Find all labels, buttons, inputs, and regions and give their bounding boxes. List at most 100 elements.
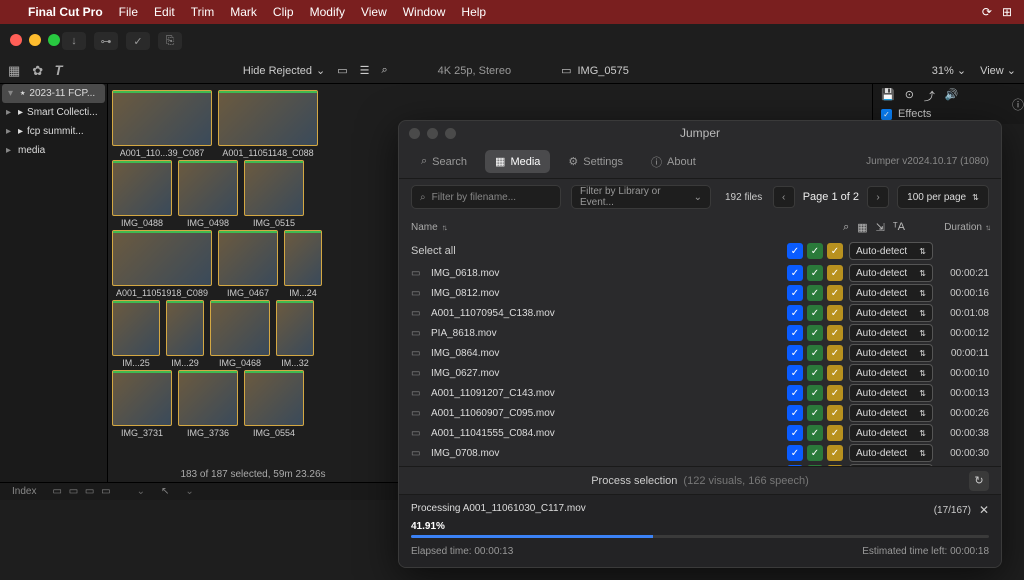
per-page-dropdown[interactable]: 100 per page ⇅: [897, 185, 989, 209]
autodetect-dropdown[interactable]: Auto-detect⇅: [849, 304, 933, 322]
keyword-button[interactable]: ⊶: [94, 32, 118, 50]
media-list[interactable]: ▭IMG_0618.mov✓✓✓Auto-detect⇅00:00:21▭IMG…: [399, 263, 1001, 466]
speech-checkbox[interactable]: ✓: [807, 305, 823, 321]
visual-checkbox[interactable]: ✓: [787, 345, 803, 361]
autodetect-dropdown[interactable]: Auto-detect ⇅: [849, 242, 933, 260]
next-page-button[interactable]: ›: [867, 186, 889, 208]
visual-checkbox[interactable]: ✓: [787, 305, 803, 321]
visual-checkbox[interactable]: ✓: [787, 285, 803, 301]
disclosure-triangle-icon[interactable]: ▸: [6, 126, 14, 137]
marker-checkbox[interactable]: ✓: [827, 425, 843, 441]
minimize-button[interactable]: [29, 34, 41, 46]
titles-icon[interactable]: 𝑻: [55, 63, 63, 79]
list-view-icon[interactable]: ☰: [360, 64, 370, 77]
background-tasks-button[interactable]: ✓: [126, 32, 150, 50]
grid-icon[interactable]: ▦: [857, 221, 867, 234]
inspector-audio-icon[interactable]: 🔊: [945, 88, 959, 104]
speech-checkbox[interactable]: ✓: [807, 385, 823, 401]
speech-checkbox[interactable]: ✓: [807, 265, 823, 281]
marker-checkbox[interactable]: ✓: [827, 365, 843, 381]
sidebar-item-media[interactable]: ▸ media: [0, 141, 107, 160]
media-row[interactable]: ▭A001_11060907_C095.mov✓✓✓Auto-detect⇅00…: [399, 403, 1001, 423]
clip-appearance-icon[interactable]: ▭: [337, 64, 347, 77]
disclosure-triangle-icon[interactable]: ▸: [6, 107, 14, 118]
marker-checkbox[interactable]: ✓: [827, 405, 843, 421]
marker-checkbox[interactable]: ✓: [827, 305, 843, 321]
select-all-marker-checkbox[interactable]: ✓: [827, 243, 843, 259]
autodetect-dropdown[interactable]: Auto-detect⇅: [849, 384, 933, 402]
marker-checkbox[interactable]: ✓: [827, 325, 843, 341]
menu-file[interactable]: File: [119, 5, 138, 19]
media-row[interactable]: ▭IMG_0812.mov✓✓✓Auto-detect⇅00:00:16: [399, 283, 1001, 303]
jumper-titlebar[interactable]: Jumper: [399, 121, 1001, 145]
sidebar-item-library[interactable]: ▾ ⭑ 2023-11 FCP...: [2, 84, 105, 103]
duration-column-header[interactable]: Duration ↑↓: [919, 222, 989, 233]
media-row[interactable]: ▭A001_11070954_C138.mov✓✓✓Auto-detect⇅00…: [399, 303, 1001, 323]
filename-filter-input[interactable]: ⌕ Filter by filename...: [411, 185, 561, 209]
marker-checkbox[interactable]: ✓: [827, 385, 843, 401]
disclosure-triangle-icon[interactable]: ▸: [6, 145, 14, 156]
autodetect-dropdown[interactable]: Auto-detect⇅: [849, 284, 933, 302]
media-row[interactable]: ▭PIA_8618.mov✓✓✓Auto-detect⇅00:00:12: [399, 323, 1001, 343]
sidebar-item-event[interactable]: ▸ ▸ fcp summit...: [0, 122, 107, 141]
clip-thumbnail[interactable]: A001_11051148_C088: [218, 90, 318, 158]
tab-about[interactable]: ⓘ About: [641, 149, 706, 175]
speech-checkbox[interactable]: ✓: [807, 285, 823, 301]
speech-checkbox[interactable]: ✓: [807, 345, 823, 361]
hide-rejected-dropdown[interactable]: Hide Rejected ⌄: [243, 64, 325, 77]
tab-media[interactable]: ▦ Media: [485, 150, 550, 173]
search-icon[interactable]: ⌕: [843, 221, 849, 234]
tab-search[interactable]: ⌕ Search: [411, 150, 477, 173]
media-row[interactable]: ▭A001_11091207_C143.mov✓✓✓Auto-detect⇅00…: [399, 383, 1001, 403]
search-icon[interactable]: ⌕: [382, 64, 388, 77]
library-icon[interactable]: ▦: [8, 63, 20, 79]
disclosure-triangle-icon[interactable]: ▾: [8, 88, 16, 99]
visual-checkbox[interactable]: ✓: [787, 265, 803, 281]
extensions-button[interactable]: ⎘: [158, 32, 182, 50]
close-button[interactable]: [409, 128, 420, 139]
speech-checkbox[interactable]: ✓: [807, 405, 823, 421]
speech-checkbox[interactable]: ✓: [807, 325, 823, 341]
speech-checkbox[interactable]: ✓: [807, 445, 823, 461]
media-row[interactable]: ▭A001_11041555_C084.mov✓✓✓Auto-detect⇅00…: [399, 423, 1001, 443]
marker-checkbox[interactable]: ✓: [827, 285, 843, 301]
clip-thumbnail[interactable]: IMG_0515: [244, 160, 304, 228]
menubar-status-icon-2[interactable]: ⊞: [1002, 5, 1012, 19]
clip-thumbnail[interactable]: IMG_0554: [244, 370, 304, 438]
clip-thumbnail[interactable]: IM...24: [284, 230, 322, 298]
speech-checkbox[interactable]: ✓: [807, 425, 823, 441]
menubar-status-icon[interactable]: ⟳: [982, 5, 992, 19]
clip-thumbnail[interactable]: A001_11051918_C089: [112, 230, 212, 298]
library-filter-dropdown[interactable]: Filter by Library or Event... ⌄: [571, 185, 711, 209]
translate-icon[interactable]: ᵀA: [893, 221, 905, 234]
clip-thumbnail[interactable]: IM...29: [166, 300, 204, 368]
index-button[interactable]: Index: [12, 486, 36, 497]
inspector-save-icon[interactable]: 💾: [881, 88, 895, 104]
tab-settings[interactable]: ⚙ Settings: [558, 150, 633, 173]
clip-thumbnail[interactable]: A001_110...39_C087: [112, 90, 212, 158]
clip-thumbnail[interactable]: IMG_0488: [112, 160, 172, 228]
clip-thumbnail[interactable]: IMG_0468: [210, 300, 270, 368]
autodetect-dropdown[interactable]: Auto-detect⇅: [849, 444, 933, 462]
zoom-button[interactable]: [445, 128, 456, 139]
autodetect-dropdown[interactable]: Auto-detect⇅: [849, 404, 933, 422]
media-row[interactable]: ▭IMG_0618.mov✓✓✓Auto-detect⇅00:00:21: [399, 263, 1001, 283]
clip-thumbnail[interactable]: IMG_3736: [178, 370, 238, 438]
autodetect-dropdown[interactable]: Auto-detect⇅: [849, 264, 933, 282]
marker-checkbox[interactable]: ✓: [827, 345, 843, 361]
zoom-button[interactable]: [48, 34, 60, 46]
marker-checkbox[interactable]: ✓: [827, 265, 843, 281]
select-all-speech-checkbox[interactable]: ✓: [807, 243, 823, 259]
media-row[interactable]: ▭IMG_0627.mov✓✓✓Auto-detect⇅00:00:10: [399, 363, 1001, 383]
visual-checkbox[interactable]: ✓: [787, 445, 803, 461]
minimize-button[interactable]: [427, 128, 438, 139]
marker-checkbox[interactable]: ✓: [827, 445, 843, 461]
close-icon[interactable]: ✕: [979, 503, 989, 517]
autodetect-dropdown[interactable]: Auto-detect⇅: [849, 364, 933, 382]
expand-icon[interactable]: ⇲: [876, 221, 885, 234]
photos-icon[interactable]: ✿: [32, 63, 43, 79]
menu-clip[interactable]: Clip: [273, 5, 294, 19]
close-button[interactable]: [10, 34, 22, 46]
autodetect-dropdown[interactable]: Auto-detect⇅: [849, 344, 933, 362]
reload-button[interactable]: ↻: [969, 471, 989, 491]
